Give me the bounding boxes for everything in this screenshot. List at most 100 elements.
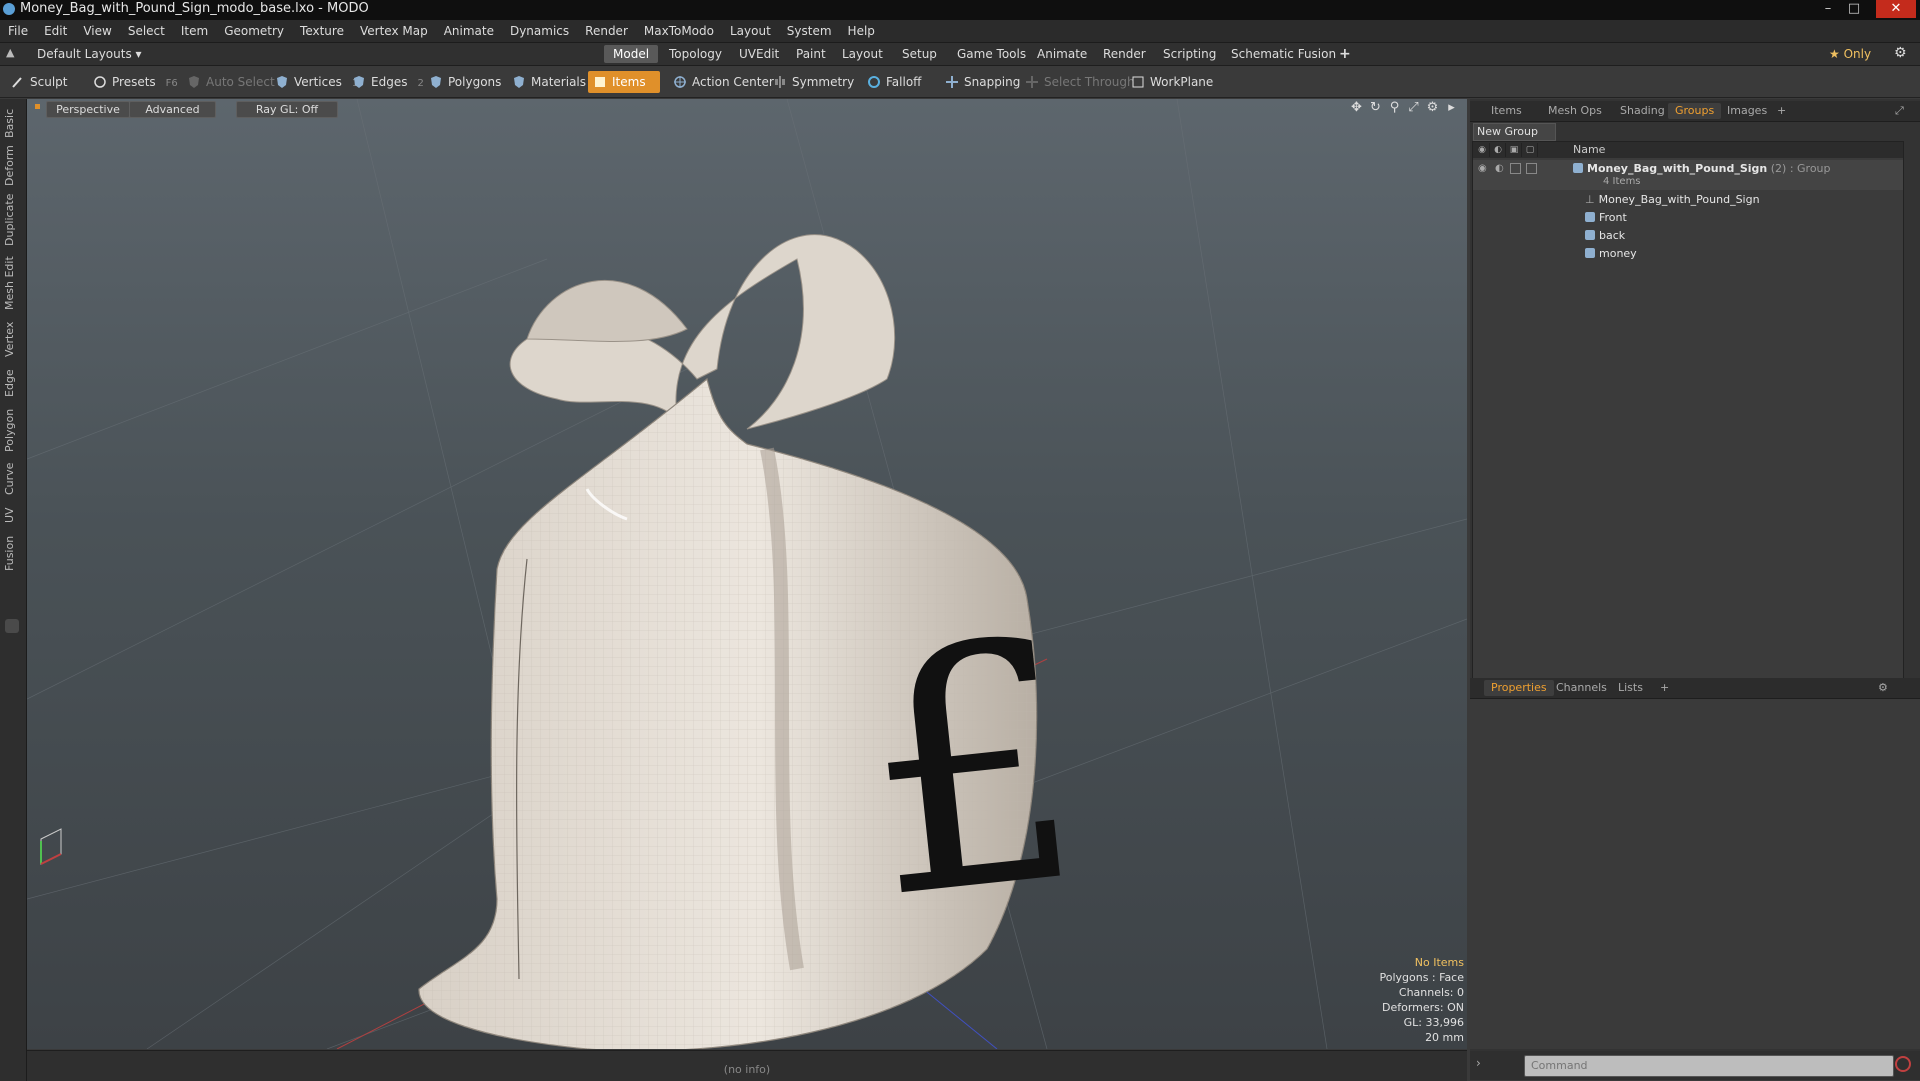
menu-item[interactable]: Item [173, 20, 216, 42]
tab-render[interactable]: Render [1094, 45, 1155, 63]
list-item[interactable]: ⊥ Money_Bag_with_Pound_Sign [1473, 191, 1903, 209]
menu-file[interactable]: File [0, 20, 36, 42]
tab-groups[interactable]: Groups [1668, 103, 1722, 119]
visibility-eye-icon[interactable]: ◉ [1478, 163, 1487, 174]
menu-system[interactable]: System [779, 20, 840, 42]
tab-uvedit[interactable]: UVEdit [730, 45, 788, 63]
polygons-button[interactable]: Polygons [424, 71, 507, 93]
collapse-icon[interactable]: ▲ [6, 46, 20, 60]
tab-mesh-edit[interactable]: Mesh Edit [3, 253, 23, 313]
render-column-icon[interactable]: ◐ [1491, 143, 1506, 157]
only-toggle[interactable]: ★ Only [1820, 45, 1880, 63]
menu-geometry[interactable]: Geometry [216, 20, 292, 42]
menu-dynamics[interactable]: Dynamics [502, 20, 577, 42]
minimize-button[interactable]: – [1816, 0, 1840, 18]
name-column-header[interactable]: Name [1573, 143, 1605, 156]
tab-topology[interactable]: Topology [660, 45, 731, 63]
tab-basic[interactable]: Basic [3, 105, 23, 141]
tab-deform[interactable]: Deform [3, 145, 23, 187]
tab-paint[interactable]: Paint [787, 45, 835, 63]
menu-maxtomodo[interactable]: MaxToModo [636, 20, 722, 42]
auto-select-button[interactable]: Auto Select [182, 71, 281, 93]
render-toggle-icon[interactable]: ◐ [1495, 163, 1504, 174]
pan-icon[interactable]: ✥ [1347, 100, 1366, 115]
edges-button[interactable]: Edges 2 [347, 71, 430, 93]
default-layouts-dropdown[interactable]: Default Layouts ▾ [28, 45, 151, 63]
command-input[interactable] [1524, 1055, 1894, 1077]
list-item[interactable]: Front [1473, 209, 1903, 227]
add-properties-tab[interactable]: + [1653, 680, 1676, 696]
select-column-icon[interactable]: ▢ [1523, 143, 1538, 157]
tab-scripting[interactable]: Scripting [1154, 45, 1225, 63]
panel-settings-icon[interactable]: ⚙ [1878, 681, 1888, 694]
settings-icon[interactable]: ⚙ [1423, 100, 1442, 115]
tab-images[interactable]: Images [1720, 103, 1774, 119]
tab-setup[interactable]: Setup [893, 45, 946, 63]
tab-properties[interactable]: Properties [1484, 680, 1554, 696]
list-item[interactable]: back [1473, 227, 1903, 245]
eye-column-icon[interactable]: ◉ [1475, 143, 1490, 157]
tab-channels[interactable]: Channels [1549, 680, 1614, 696]
menu-select[interactable]: Select [120, 20, 173, 42]
materials-button[interactable]: Materials [507, 71, 592, 93]
fit-icon[interactable]: ⤢ [1404, 100, 1423, 115]
expand-icon[interactable] [5, 619, 19, 633]
presets-shortcut: F6 [165, 78, 178, 89]
menu-view[interactable]: View [75, 20, 119, 42]
maximize-button[interactable]: □ [1842, 0, 1866, 18]
tab-uv[interactable]: UV [3, 503, 23, 527]
new-group-button[interactable]: New Group [1473, 123, 1556, 141]
presets-button[interactable]: Presets F6 [88, 71, 184, 93]
tab-animate[interactable]: Animate [1028, 45, 1096, 63]
group-row[interactable]: ◉ ◐ Money_Bag_with_Pound_Sign (2) : Grou… [1473, 160, 1903, 190]
menu-render[interactable]: Render [577, 20, 636, 42]
items-button[interactable]: Items [588, 71, 660, 93]
menu-texture[interactable]: Texture [292, 20, 352, 42]
view-mode-dropdown[interactable]: Perspective [46, 101, 130, 118]
command-record-icon[interactable] [1895, 1056, 1911, 1072]
close-button[interactable]: ✕ [1876, 0, 1916, 18]
snapping-button[interactable]: Snapping [940, 71, 1026, 93]
tab-model[interactable]: Model [604, 45, 659, 63]
viewport-menu-icon[interactable] [35, 104, 40, 109]
tab-items[interactable]: Items [1484, 103, 1529, 119]
tab-shading[interactable]: Shading [1613, 103, 1672, 119]
lock-column-icon[interactable]: ▣ [1507, 143, 1522, 157]
menu-vertex-map[interactable]: Vertex Map [352, 20, 436, 42]
symmetry-button[interactable]: Symmetry [768, 71, 860, 93]
list-item[interactable]: money [1473, 245, 1903, 263]
falloff-button[interactable]: Falloff [862, 71, 927, 93]
tab-duplicate[interactable]: Duplicate [3, 191, 23, 249]
more-icon[interactable]: ▸ [1442, 100, 1461, 115]
sculpt-button[interactable]: Sculpt [6, 71, 73, 93]
gear-icon[interactable]: ⚙ [1894, 45, 1907, 61]
action-center-button[interactable]: Action Center [668, 71, 780, 93]
tab-mesh-ops[interactable]: Mesh Ops [1541, 103, 1609, 119]
menu-edit[interactable]: Edit [36, 20, 75, 42]
zoom-icon[interactable]: ⚲ [1385, 100, 1404, 115]
tab-polygon[interactable]: Polygon [3, 405, 23, 455]
tab-vertex[interactable]: Vertex [3, 317, 23, 361]
tab-curve[interactable]: Curve [3, 459, 23, 499]
falloff-label: Falloff [886, 75, 922, 89]
tab-fusion[interactable]: Fusion [3, 531, 23, 575]
tab-game-tools[interactable]: Game Tools [948, 45, 1035, 63]
tab-layout[interactable]: Layout [833, 45, 892, 63]
add-panel-tab[interactable]: + [1770, 103, 1793, 119]
add-tab-button[interactable]: + [1330, 45, 1360, 63]
rotate-icon[interactable]: ↻ [1366, 100, 1385, 115]
menu-layout[interactable]: Layout [722, 20, 779, 42]
select-through-button[interactable]: Select Through [1020, 71, 1141, 93]
tab-lists[interactable]: Lists [1611, 680, 1650, 696]
lock-checkbox[interactable] [1510, 163, 1521, 174]
menu-animate[interactable]: Animate [436, 20, 502, 42]
select-checkbox[interactable] [1526, 163, 1537, 174]
menu-help[interactable]: Help [840, 20, 883, 42]
workplane-button[interactable]: WorkPlane [1126, 71, 1219, 93]
raygl-toggle[interactable]: Ray GL: Off [236, 101, 338, 118]
tab-schematic-fusion[interactable]: Schematic Fusion [1222, 45, 1345, 63]
tab-edge[interactable]: Edge [3, 365, 23, 401]
maximize-panel-icon[interactable]: ⤢ [1895, 104, 1904, 118]
3d-viewport[interactable]: £ [27, 99, 1467, 1049]
shading-mode-dropdown[interactable]: Advanced [129, 101, 216, 118]
